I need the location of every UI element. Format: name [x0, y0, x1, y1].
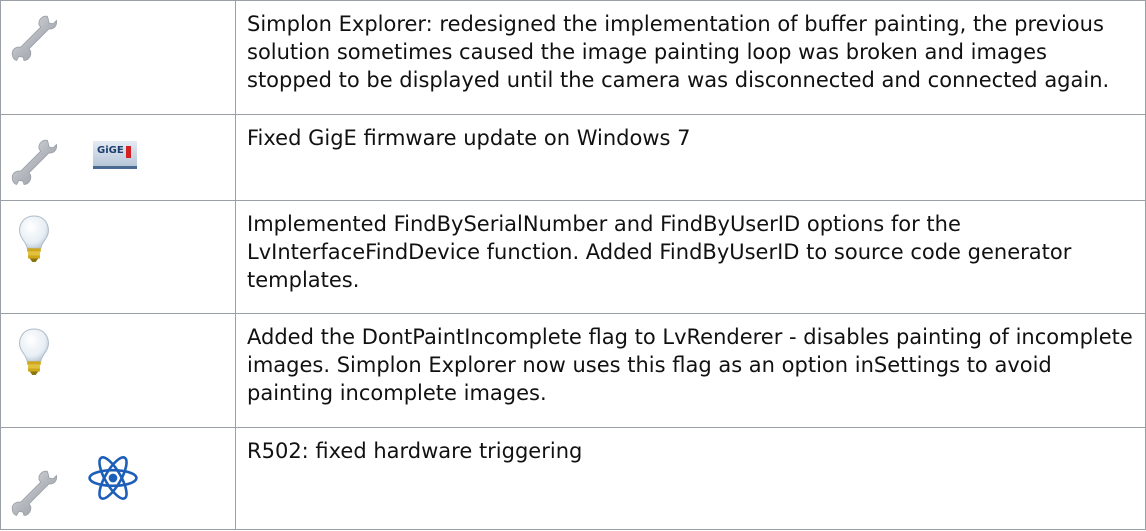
- wrench-icon: [9, 468, 59, 518]
- lightbulb-icon: [17, 326, 51, 378]
- icon-cell: [0, 313, 236, 428]
- icon-cell: GiGE: [0, 114, 236, 201]
- table-row: Added the DontPaintIncomplete flag to Lv…: [0, 313, 1146, 428]
- icon-cell: [0, 200, 236, 314]
- change-description: R502: fixed hardware triggering: [235, 427, 1146, 530]
- wrench-icon: [9, 13, 59, 63]
- change-description: Simplon Explorer: redesigned the impleme…: [235, 0, 1146, 115]
- wrench-icon: [9, 137, 59, 187]
- change-description: Implemented FindBySerialNumber and FindB…: [235, 200, 1146, 314]
- changelog-table: Simplon Explorer: redesigned the impleme…: [0, 0, 1146, 530]
- table-row: Implemented FindBySerialNumber and FindB…: [0, 200, 1146, 314]
- icon-cell: [0, 0, 236, 115]
- atom-icon: [87, 456, 139, 500]
- lightbulb-icon: [17, 213, 51, 265]
- change-description: Fixed GigE firmware update on Windows 7: [235, 114, 1146, 201]
- icon-cell: [0, 427, 236, 530]
- table-row: R502: fixed hardware triggering: [0, 427, 1146, 530]
- table-row: GiGE Fixed GigE firmware update on Windo…: [0, 114, 1146, 201]
- gige-icon: GiGE: [93, 141, 137, 169]
- change-description: Added the DontPaintIncomplete flag to Lv…: [235, 313, 1146, 428]
- table-row: Simplon Explorer: redesigned the impleme…: [0, 0, 1146, 115]
- gige-label: GiGE: [97, 145, 124, 156]
